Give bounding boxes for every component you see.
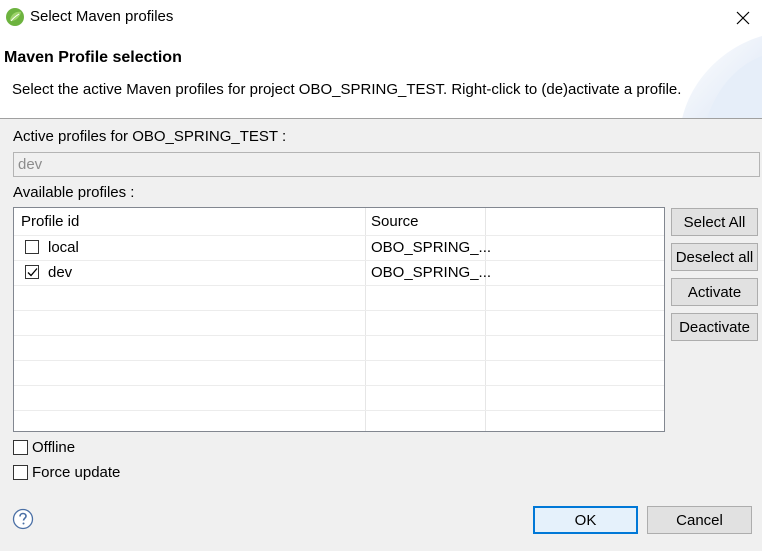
active-profiles-field[interactable]	[13, 152, 760, 177]
column-header-profile-id[interactable]: Profile id	[21, 213, 79, 230]
activate-button[interactable]: Activate	[671, 278, 758, 306]
profile-id-dev: dev	[48, 264, 73, 281]
force-update-checkbox[interactable]	[13, 465, 28, 480]
profile-checkbox-local[interactable]	[25, 240, 39, 254]
header-title: Maven Profile selection	[4, 49, 182, 66]
profile-source-local: OBO_SPRING_...	[371, 239, 492, 256]
profile-id-local: local	[48, 239, 79, 256]
banner-decoration	[652, 36, 762, 118]
window-title: Select Maven profiles	[30, 8, 174, 25]
close-icon	[736, 11, 750, 25]
offline-label: Offline	[32, 439, 76, 456]
spring-leaf-icon	[5, 7, 25, 27]
checkmark-icon	[27, 268, 38, 277]
force-update-label: Force update	[32, 464, 121, 481]
select-all-button[interactable]: Select All	[671, 208, 758, 236]
profile-source-dev: OBO_SPRING_...	[371, 264, 492, 281]
header-banner: Maven Profile selection Select the activ…	[0, 36, 762, 119]
deactivate-button[interactable]: Deactivate	[671, 313, 758, 341]
header-description: Select the active Maven profiles for pro…	[12, 81, 682, 98]
ok-button[interactable]: OK	[533, 506, 638, 534]
column-header-source[interactable]: Source	[371, 213, 419, 230]
available-profiles-label: Available profiles :	[13, 184, 135, 201]
active-profiles-label: Active profiles for OBO_SPRING_TEST :	[13, 128, 287, 145]
profile-checkbox-dev[interactable]	[25, 265, 39, 279]
offline-option[interactable]: Offline	[13, 439, 75, 456]
close-button[interactable]	[726, 4, 760, 32]
deselect-all-button[interactable]: Deselect all	[671, 243, 758, 271]
force-update-option[interactable]: Force update	[13, 464, 120, 481]
help-icon[interactable]	[12, 508, 34, 530]
cancel-button[interactable]: Cancel	[647, 506, 752, 534]
offline-checkbox[interactable]	[13, 440, 28, 455]
profiles-table[interactable]: Profile id Source local OBO_SPRING_... d…	[13, 207, 665, 432]
